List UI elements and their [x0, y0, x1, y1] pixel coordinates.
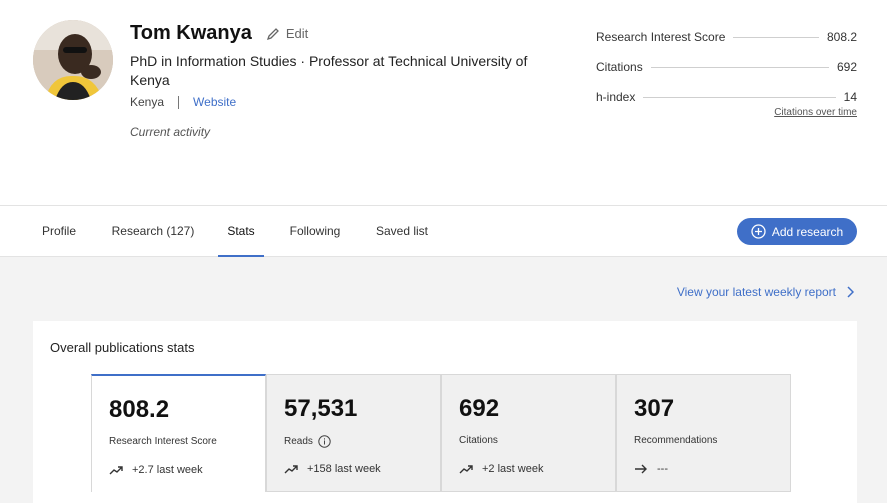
citations-over-time-link[interactable]: Citations over time — [774, 107, 857, 118]
info-icon[interactable] — [318, 435, 331, 448]
profile-name: Tom Kwanya — [130, 22, 252, 44]
stat-label-text: Recommendations — [634, 435, 718, 446]
avatar[interactable] — [33, 20, 113, 100]
metric-value: 808.2 — [826, 30, 857, 44]
weekly-report-link[interactable]: View your latest weekly report — [677, 285, 854, 299]
stat-trend-text: +2.7 last week — [132, 464, 203, 476]
tab-saved-list[interactable]: Saved list — [364, 206, 440, 257]
stat-card-citations[interactable]: 692 Citations +2 last week — [441, 374, 616, 492]
stat-trend: +2.7 last week — [109, 464, 203, 476]
edit-button[interactable]: Edit — [266, 26, 308, 41]
metric-label: Research Interest Score — [596, 30, 726, 44]
stat-trend: --- — [634, 463, 668, 475]
tab-stats[interactable]: Stats — [218, 206, 264, 257]
trend-up-icon — [109, 466, 123, 475]
profile-location: Kenya — [130, 95, 165, 109]
weekly-report-label: View your latest weekly report — [676, 285, 836, 299]
website-link[interactable]: Website — [193, 95, 236, 109]
current-activity: Current activity — [130, 125, 211, 139]
metric-label: h-index — [596, 90, 636, 104]
metric-row-research-interest: Research Interest Score 808.2 — [596, 22, 857, 52]
arrow-right-icon — [635, 464, 647, 474]
edit-label: Edit — [285, 26, 309, 41]
stat-trend-text: --- — [657, 463, 668, 475]
location-row: Kenya Website — [130, 95, 236, 109]
tab-following[interactable]: Following — [278, 206, 352, 257]
stat-label: Recommendations — [634, 435, 717, 446]
plus-circle-icon — [751, 224, 766, 239]
metric-value: 14 — [843, 90, 857, 104]
metric-value: 692 — [836, 60, 857, 74]
stats-content: View your latest weekly report Overall p… — [0, 257, 887, 503]
stat-label-text: Reads — [284, 436, 313, 447]
panel-title: Overall publications stats — [50, 340, 195, 355]
metrics-summary: Research Interest Score 808.2 Citations … — [596, 22, 857, 118]
stat-value: 307 — [634, 395, 675, 422]
avatar-photo — [33, 20, 113, 100]
add-research-button[interactable]: Add research — [737, 218, 857, 245]
stat-trend-text: +158 last week — [307, 463, 381, 475]
metric-leader-line — [650, 66, 829, 68]
stat-card-research-interest[interactable]: 808.2 Research Interest Score +2.7 last … — [91, 374, 266, 492]
metric-label: Citations — [596, 60, 643, 74]
stats-cards: 808.2 Research Interest Score +2.7 last … — [91, 374, 791, 492]
publications-stats-panel: Overall publications stats 808.2 Researc… — [33, 321, 857, 503]
tab-research[interactable]: Research (127) — [100, 206, 206, 257]
trend-up-icon — [284, 465, 298, 474]
stat-label-text: Citations — [459, 435, 498, 446]
stat-trend-text: +2 last week — [482, 463, 544, 475]
tab-profile[interactable]: Profile — [24, 206, 94, 257]
stat-trend: +158 last week — [284, 463, 381, 475]
pencil-icon — [266, 27, 279, 40]
stat-value: 692 — [459, 395, 500, 422]
chevron-right-icon — [847, 286, 854, 298]
stat-label: Reads — [284, 435, 331, 448]
profile-degree: PhD in Information Studies · Professor a… — [130, 53, 528, 88]
stat-label: Citations — [459, 435, 498, 446]
divider — [178, 95, 180, 109]
stat-value: 57,531 — [284, 395, 358, 422]
metric-leader-line — [733, 36, 819, 38]
metric-leader-line — [643, 96, 836, 98]
stat-value: 808.2 — [109, 396, 170, 423]
profile-header: Tom Kwanya Edit PhD in Information Studi… — [0, 0, 887, 205]
stat-label: Research Interest Score — [109, 436, 217, 447]
add-research-label: Add research — [771, 224, 844, 239]
metric-row-citations: Citations 692 — [596, 52, 857, 82]
stat-label-text: Research Interest Score — [109, 436, 217, 447]
trend-up-icon — [459, 465, 473, 474]
name-row: Tom Kwanya Edit — [130, 22, 308, 45]
stat-trend: +2 last week — [459, 463, 543, 475]
stat-card-reads[interactable]: 57,531 Reads +158 last week — [266, 374, 441, 492]
stat-card-recommendations[interactable]: 307 Recommendations --- — [616, 374, 791, 492]
profile-tabs: Profile Research (127) Stats Following S… — [0, 205, 887, 257]
